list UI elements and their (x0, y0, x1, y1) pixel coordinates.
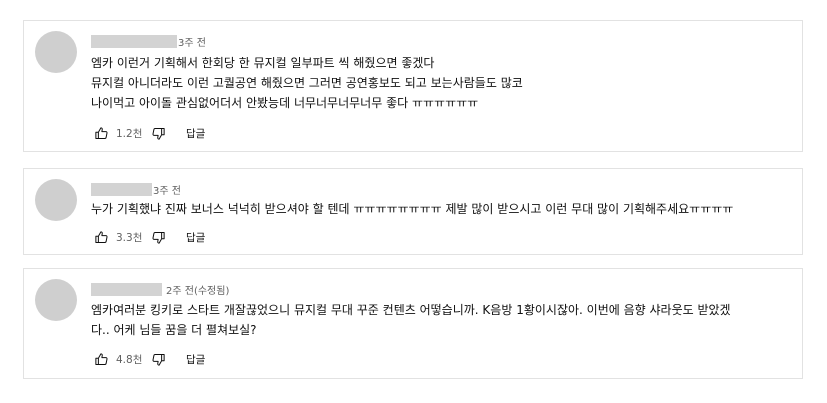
thumbs-down-icon[interactable] (150, 351, 166, 367)
reply-button[interactable]: 답글 (186, 352, 205, 367)
reply-button[interactable]: 답글 (186, 230, 205, 245)
thumbs-up-icon[interactable] (93, 229, 109, 245)
comment-header: 3주 전 (91, 181, 181, 197)
comment-actions: 4.8천 답글 (93, 350, 205, 368)
comment-card: 2주 전(수정됨) 엠카여러분 킹키로 스타트 개잘끊었으니 뮤지컬 무대 꾸준… (23, 268, 803, 379)
thumbs-down-icon[interactable] (150, 125, 166, 141)
author-name-redacted[interactable] (91, 282, 162, 296)
thumbs-up-icon[interactable] (93, 125, 109, 141)
comment-header: 3주 전 (91, 33, 206, 49)
comment-text: 누가 기획했냐 진짜 보너스 넉넉히 받으셔야 할 텐데 ㅠㅠㅠㅠㅠㅠㅠㅠ 제발… (91, 202, 734, 216)
thumbs-up-icon[interactable] (93, 351, 109, 367)
comment-text: 엠카 이런거 기획해서 한회당 한 뮤지컬 일부파트 씩 해줬으면 좋겠다 뮤지… (91, 56, 523, 110)
avatar[interactable] (35, 179, 77, 221)
like-count: 3.3천 (116, 231, 143, 244)
author-name-redacted[interactable] (91, 182, 152, 196)
comment-timestamp[interactable]: 3주 전 (178, 34, 206, 49)
thumbs-down-icon[interactable] (150, 229, 166, 245)
comment-actions: 1.2천 답글 (93, 124, 205, 142)
reply-button[interactable]: 답글 (186, 126, 205, 141)
comment-timestamp[interactable]: 3주 전 (153, 182, 181, 197)
comment-text: 엠카여러분 킹키로 스타트 개잘끊었으니 뮤지컬 무대 꾸준 컨텐츠 어떻습니까… (91, 303, 731, 337)
comment-card: 3주 전 엠카 이런거 기획해서 한회당 한 뮤지컬 일부파트 씩 해줬으면 좋… (23, 20, 803, 152)
author-name-redacted[interactable] (91, 34, 177, 48)
comment-actions: 3.3천 답글 (93, 228, 205, 246)
like-count: 4.8천 (116, 353, 143, 366)
comment-timestamp[interactable]: 2주 전(수정됨) (166, 282, 229, 297)
comment-card: 3주 전 누가 기획했냐 진짜 보너스 넉넉히 받으셔야 할 텐데 ㅠㅠㅠㅠㅠㅠ… (23, 168, 803, 255)
comment-header: 2주 전(수정됨) (91, 281, 229, 297)
like-count: 1.2천 (116, 127, 143, 140)
avatar[interactable] (35, 279, 77, 321)
avatar[interactable] (35, 31, 77, 73)
